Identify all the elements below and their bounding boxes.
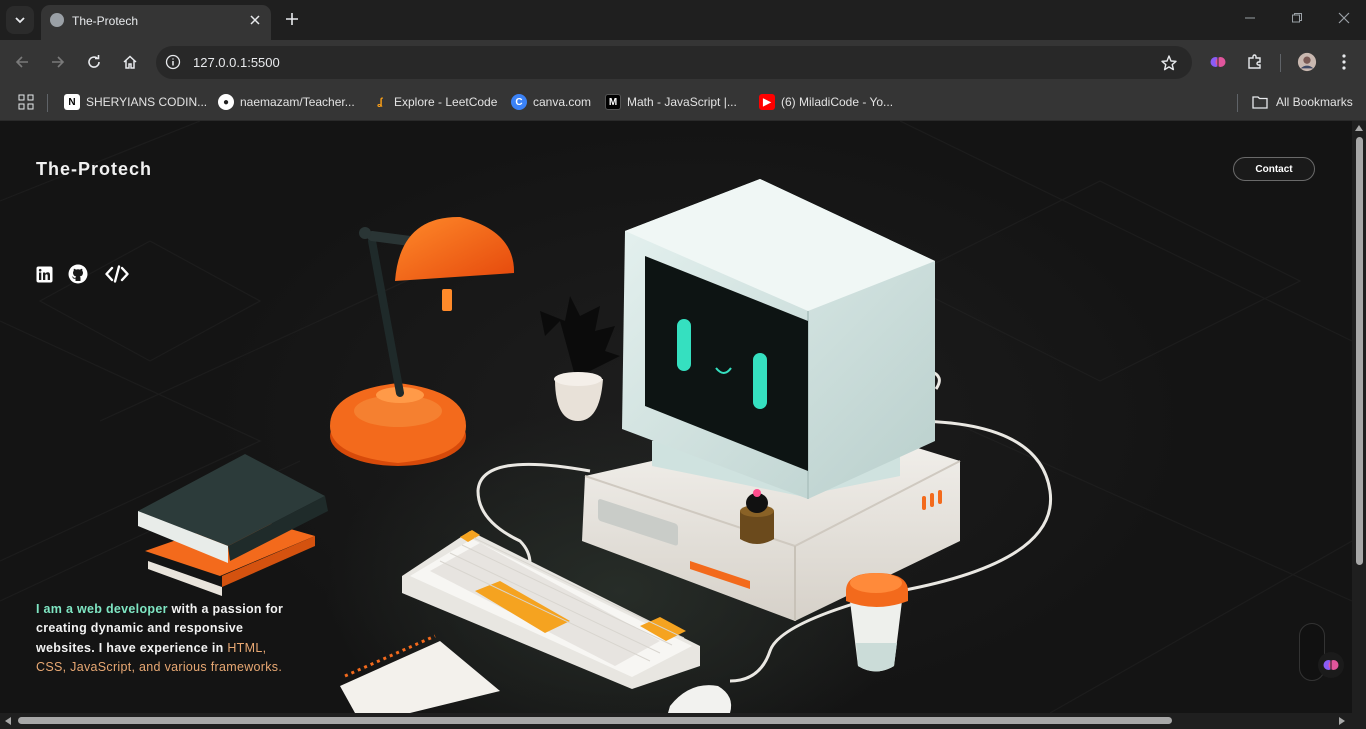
profile-button[interactable] <box>1297 52 1317 72</box>
bookmark-item[interactable]: M Math - JavaScript |... <box>605 92 737 112</box>
scroll-left-icon[interactable] <box>3 716 13 726</box>
tab-strip: The-Protech <box>0 0 1366 40</box>
computer-mouse <box>668 685 732 713</box>
github-icon: ● <box>218 94 234 110</box>
bookmark-item[interactable]: C canva.com <box>511 92 591 112</box>
reload-button[interactable] <box>84 52 104 72</box>
bookmark-label: naemazam/Teacher... <box>240 95 355 109</box>
leetcode-icon: ʆ <box>377 96 383 108</box>
bookmark-label: Explore - LeetCode <box>394 95 498 109</box>
home-button[interactable] <box>120 52 140 72</box>
toolbar: 127.0.0.1:5500 <box>0 40 1366 85</box>
close-window-button[interactable] <box>1336 10 1352 26</box>
arrow-left-icon <box>15 56 28 68</box>
bookmarks-bar: N SHERYIANS CODIN... ● naemazam/Teacher.… <box>0 85 1366 121</box>
plus-icon <box>286 13 298 25</box>
horizontal-scroll-thumb[interactable] <box>18 717 1172 724</box>
book-stack <box>138 454 328 596</box>
bookmark-divider <box>1237 94 1238 112</box>
site-info-icon[interactable] <box>165 54 181 70</box>
tab-title: The-Protech <box>72 14 139 28</box>
vertical-scrollbar[interactable] <box>1352 121 1366 713</box>
menu-button[interactable] <box>1334 52 1354 72</box>
all-bookmarks-button[interactable]: All Bookmarks <box>1252 92 1353 112</box>
computer-monitor <box>622 179 935 499</box>
bookmark-label: canva.com <box>533 95 592 109</box>
tab-active[interactable]: The-Protech <box>41 5 271 40</box>
address-bar[interactable]: 127.0.0.1:5500 <box>156 46 1192 79</box>
bookmark-divider <box>47 94 48 112</box>
vertical-scroll-thumb[interactable] <box>1356 137 1363 565</box>
bookmark-item[interactable]: ʆ Explore - LeetCode <box>372 92 497 112</box>
browser-chrome: The-Protech 127.0.0.1:5500 N SHERYIANS C… <box>0 0 1366 121</box>
arrow-right-icon <box>52 56 65 68</box>
close-icon <box>1338 12 1350 24</box>
all-bookmarks-label: All Bookmarks <box>1276 95 1353 109</box>
tab-close-icon[interactable] <box>247 12 263 28</box>
minimize-button[interactable] <box>1242 10 1258 26</box>
coffee-cup <box>846 573 908 672</box>
desk-lamp <box>330 216 515 466</box>
kebab-menu-icon <box>1342 54 1346 70</box>
notion-icon: N <box>64 94 80 110</box>
bookmark-item[interactable]: N SHERYIANS CODIN... <box>64 92 207 112</box>
home-icon <box>123 55 137 69</box>
page-viewport: The-Protech Contact I am a web developer… <box>0 121 1352 713</box>
potted-plant <box>540 296 620 421</box>
extensions-button[interactable] <box>1245 52 1265 72</box>
puzzle-icon <box>1248 54 1261 69</box>
bookmark-label: (6) MiladiCode - Yo... <box>781 95 894 109</box>
forward-button[interactable] <box>48 52 68 72</box>
brain-extension-button[interactable] <box>1208 52 1228 72</box>
canva-icon: C <box>511 94 527 110</box>
bookmark-label: Math - JavaScript |... <box>627 95 737 109</box>
toolbar-divider <box>1280 54 1281 72</box>
scroll-up-icon[interactable] <box>1354 123 1364 133</box>
url-text[interactable]: 127.0.0.1:5500 <box>193 55 280 70</box>
apps-grid-icon <box>18 94 34 110</box>
back-button[interactable] <box>12 52 32 72</box>
bookmark-label: SHERYIANS CODIN... <box>86 95 208 109</box>
globe-icon <box>50 13 64 27</box>
apps-button[interactable] <box>18 92 34 112</box>
restore-icon <box>1292 13 1302 23</box>
brain-icon <box>1323 660 1339 670</box>
intro-text: I am a web developer with a passion for … <box>36 600 296 678</box>
brain-extension-floating-button[interactable] <box>1318 652 1344 678</box>
brain-icon <box>1210 57 1226 67</box>
star-icon[interactable] <box>1160 54 1178 72</box>
restore-button[interactable] <box>1289 10 1305 26</box>
new-tab-button[interactable] <box>282 9 302 29</box>
tab-search-button[interactable] <box>6 6 34 34</box>
intro-highlight-role: I am a web developer <box>36 602 168 616</box>
notebook <box>340 634 500 713</box>
reload-icon <box>88 55 100 68</box>
minimize-icon <box>1245 17 1255 19</box>
chevron-down-icon <box>15 17 25 24</box>
folder-icon <box>1252 96 1268 109</box>
youtube-icon: ▶ <box>759 94 775 110</box>
mdn-icon: M <box>605 94 621 110</box>
scroll-right-icon[interactable] <box>1337 716 1347 726</box>
bookmark-item[interactable]: ▶ (6) MiladiCode - Yo... <box>759 92 893 112</box>
avatar <box>1297 52 1317 72</box>
horizontal-scrollbar[interactable] <box>0 713 1366 729</box>
bookmark-item[interactable]: ● naemazam/Teacher... <box>218 92 355 112</box>
